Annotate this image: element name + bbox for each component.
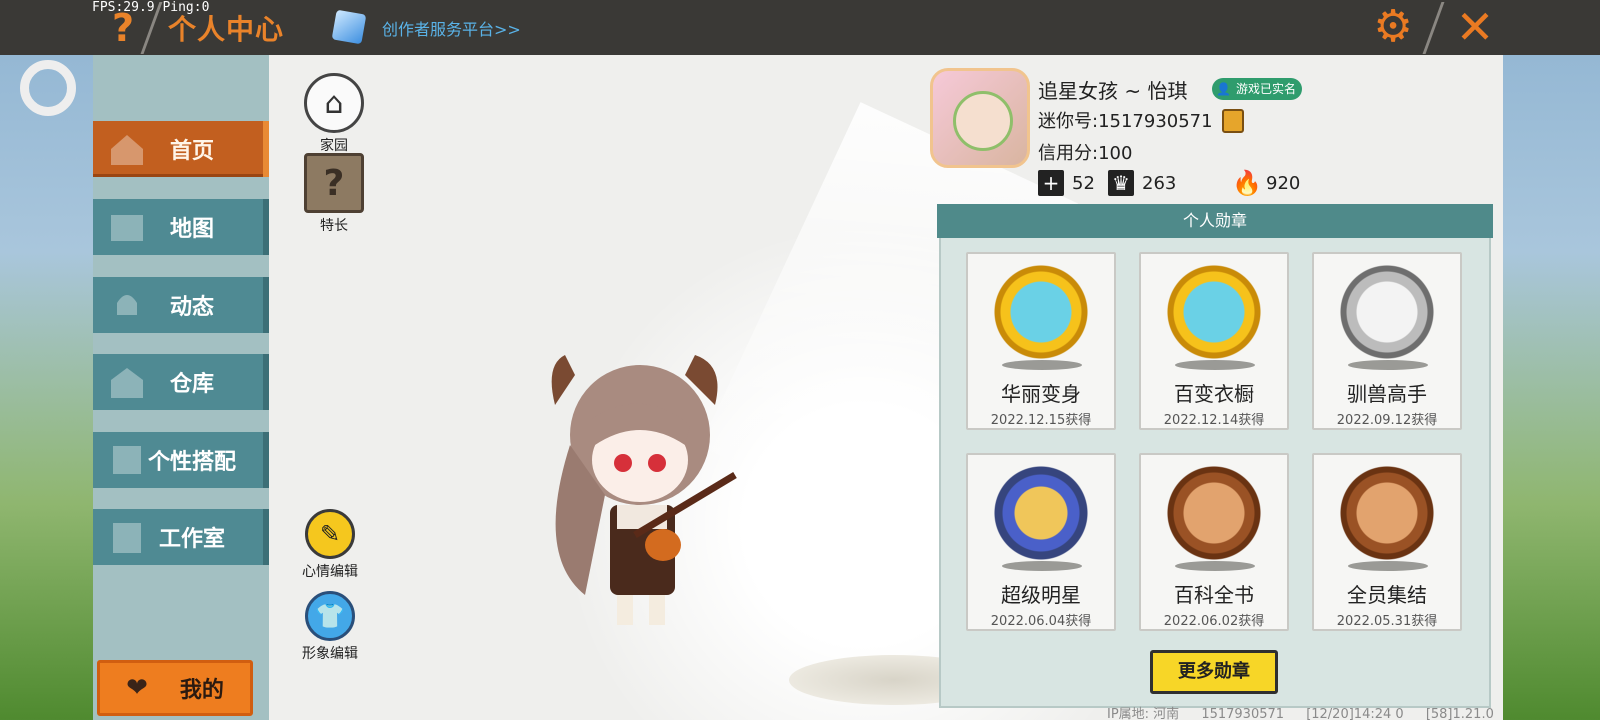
medal-date: 2022.06.02获得	[1163, 614, 1265, 629]
page-title: 个人中心	[168, 13, 285, 46]
fans-count: 263	[1142, 172, 1177, 194]
sidebar-item-label: 个性搭配	[147, 450, 236, 475]
medal-stand	[1348, 360, 1428, 370]
medal-stand	[1175, 360, 1255, 370]
friends-count: 52	[1072, 172, 1095, 194]
top-bar: FPS:29.9 Ping:0 ? 个人中心 创作者服务平台>> ⚙ ✕	[0, 0, 1600, 55]
sidebar-item-feed[interactable]: 动态	[93, 277, 269, 333]
shirt-icon: 👕	[305, 591, 355, 641]
medal-card[interactable]: 百变衣橱 2022.12.14获得	[1139, 252, 1289, 430]
friends-stat[interactable]: + 52	[1038, 170, 1095, 196]
medal-icon	[1339, 465, 1435, 561]
sidebar-item-label: 仓库	[169, 372, 214, 397]
medal-name: 驯兽高手	[1347, 382, 1427, 406]
ip-location: IP属地: 河南	[1107, 707, 1180, 720]
sidebar: 首页 地图 动态 仓库 个性搭配 工作室 ❤ 我的	[93, 55, 269, 720]
creator-platform-link[interactable]: 创作者服务平台>>	[382, 16, 521, 40]
medal-name: 华丽变身	[1001, 382, 1081, 406]
medal-icon	[1166, 465, 1262, 561]
nickname: 追星女孩 ~ 怡琪	[1038, 79, 1188, 103]
medal-name: 全员集结	[1347, 583, 1427, 607]
avatar-image	[953, 91, 1013, 151]
floating-circle-button[interactable]	[20, 60, 76, 116]
fans-stat[interactable]: ♛ 263	[1108, 170, 1176, 196]
gear-icon[interactable]: ⚙	[1370, 4, 1416, 50]
heart-icon: ❤	[126, 673, 148, 703]
footer-uid: 1517930571	[1201, 707, 1285, 720]
mood-edit-button[interactable]: ✎ 心情编辑	[293, 509, 367, 581]
medal-card[interactable]: 百科全书 2022.06.02获得	[1139, 453, 1289, 631]
talent-label: 特长	[320, 218, 348, 234]
medal-stand	[1348, 561, 1428, 571]
sidebar-item-studio[interactable]: 工作室	[93, 509, 269, 565]
medal-card[interactable]: 超级明星 2022.06.04获得	[966, 453, 1116, 631]
help-button[interactable]: ?	[104, 6, 142, 50]
credit-score: 信用分:100	[1038, 143, 1133, 164]
close-icon[interactable]: ✕	[1452, 2, 1498, 52]
look-edit-button[interactable]: 👕 形象编辑	[293, 591, 367, 663]
medal-date: 2022.06.04获得	[990, 614, 1092, 629]
medal-card[interactable]: 驯兽高手 2022.09.12获得	[1312, 252, 1462, 430]
medal-panel-title: 个人勋章	[937, 204, 1493, 238]
medal-icon	[1339, 264, 1435, 360]
mine-button[interactable]: ❤ 我的	[97, 660, 253, 716]
popularity-count: 920	[1266, 172, 1301, 194]
medal-date: 2022.05.31获得	[1336, 614, 1438, 629]
footer-version: [58]1.21.0	[1425, 707, 1494, 720]
edit-icon: ✎	[305, 509, 355, 559]
medal-card[interactable]: 全员集结 2022.05.31获得	[1312, 453, 1462, 631]
fire-icon: 🔥	[1232, 169, 1262, 197]
medal-icon	[993, 264, 1089, 360]
home-button[interactable]: ⌂ 家园	[302, 73, 366, 155]
medal-date: 2022.12.14获得	[1163, 413, 1265, 428]
footer-time: [12/20]14:24 0	[1306, 707, 1404, 720]
sidebar-item-label: 地图	[169, 217, 214, 242]
medal-stand	[1002, 561, 1082, 571]
medal-icon	[993, 465, 1089, 561]
mini-id: 迷你号:1517930571	[1038, 111, 1213, 132]
medal-card[interactable]: 华丽变身 2022.12.15获得	[966, 252, 1116, 430]
realname-badge: 游戏已实名	[1212, 78, 1303, 100]
house-icon: ⌂	[304, 73, 364, 133]
sidebar-item-label: 工作室	[158, 527, 225, 552]
sidebar-item-home[interactable]: 首页	[93, 121, 269, 177]
sidebar-item-label: 首页	[169, 139, 214, 164]
medal-icon	[1166, 264, 1262, 360]
medal-date: 2022.09.12获得	[1336, 413, 1438, 428]
talent-button[interactable]: ? 特长	[302, 153, 366, 235]
copy-icon[interactable]	[1222, 109, 1244, 133]
look-edit-label: 形象编辑	[302, 646, 358, 662]
fans-icon: ♛	[1108, 170, 1134, 196]
avatar[interactable]	[930, 68, 1030, 168]
add-friend-icon: +	[1038, 170, 1064, 196]
sidebar-item-outfit[interactable]: 个性搭配	[93, 432, 269, 488]
character-avatar[interactable]	[545, 345, 745, 635]
divider	[1422, 2, 1445, 54]
mood-edit-label: 心情编辑	[302, 564, 358, 580]
popularity-stat: 🔥 920	[1232, 170, 1300, 196]
sidebar-item-map[interactable]: 地图	[93, 199, 269, 255]
sidebar-item-label: 动态	[169, 295, 214, 320]
medal-name: 超级明星	[1001, 583, 1081, 607]
medal-name: 百变衣橱	[1174, 382, 1254, 406]
more-medals-button[interactable]: 更多勋章	[1150, 650, 1278, 694]
creator-platform-icon[interactable]	[331, 9, 367, 45]
home-label: 家园	[320, 138, 348, 154]
footer-info: IP属地: 河南 1517930571 [12/20]14:24 0 [58]1…	[1107, 703, 1512, 720]
medal-name: 百科全书	[1174, 583, 1254, 607]
mine-label: 我的	[179, 678, 224, 703]
medal-stand	[1175, 561, 1255, 571]
medal-date: 2022.12.15获得	[990, 413, 1092, 428]
sidebar-item-warehouse[interactable]: 仓库	[93, 354, 269, 410]
medal-stand	[1002, 360, 1082, 370]
question-block-icon: ?	[304, 153, 364, 213]
